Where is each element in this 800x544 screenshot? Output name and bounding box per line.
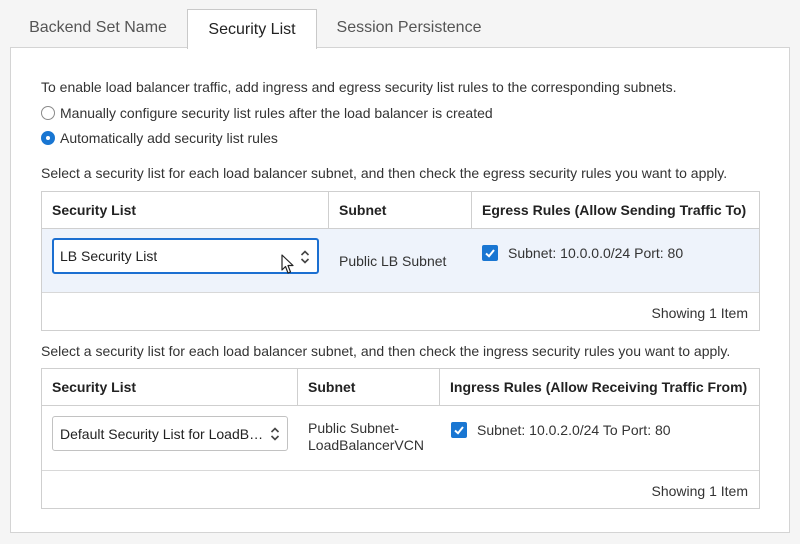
radio-option-manual[interactable]: Manually configure security list rules a… <box>41 105 493 121</box>
item-count: Showing 1 Item <box>651 305 749 321</box>
egress-rule-checkbox[interactable] <box>482 245 498 261</box>
subnet-name-line-1: Public Subnet- <box>308 420 400 436</box>
chevron-up-down-icon <box>300 250 310 264</box>
egress-instruction: Select a security list for each load bal… <box>41 165 728 181</box>
radio-auto[interactable] <box>41 131 55 145</box>
security-list-select[interactable]: LB Security List <box>52 238 319 274</box>
mouse-pointer-icon <box>281 254 294 274</box>
ingress-rules-table: Security List Subnet Ingress Rules (Allo… <box>41 368 760 509</box>
subnet-name-line-2: LoadBalancerVCN <box>308 437 424 453</box>
column-header-subnet: Subnet <box>298 369 440 405</box>
column-header-security-list: Security List <box>42 369 298 405</box>
egress-rule-label: Subnet: 10.0.0.0/24 Port: 80 <box>508 245 684 261</box>
egress-rules-table: Security List Subnet Egress Rules (Allow… <box>41 191 760 331</box>
column-header-security-list: Security List <box>42 192 329 228</box>
radio-option-auto[interactable]: Automatically add security list rules <box>41 130 278 146</box>
column-header-ingress-rules: Ingress Rules (Allow Receiving Traffic F… <box>450 379 748 395</box>
subnet-name: Public LB Subnet <box>339 253 447 269</box>
security-list-panel: To enable load balancer traffic, add ing… <box>10 47 790 533</box>
security-list-select-value: LB Security List <box>60 248 158 264</box>
ingress-rule-label: Subnet: 10.0.2.0/24 To Port: 80 <box>477 422 671 438</box>
chevron-up-down-icon <box>270 427 280 441</box>
table-header: Security List Subnet Ingress Rules (Allo… <box>42 369 759 406</box>
ingress-rule-checkbox[interactable] <box>451 422 467 438</box>
radio-manual[interactable] <box>41 106 55 120</box>
check-icon <box>454 426 464 435</box>
table-row: LB Security List Public LB Subnet Subnet… <box>42 229 759 293</box>
check-icon <box>485 249 495 258</box>
intro-text: To enable load balancer traffic, add ing… <box>41 79 677 95</box>
security-list-select-value: Default Security List for LoadBalancerVC… <box>60 425 265 442</box>
radio-auto-label: Automatically add security list rules <box>60 130 278 146</box>
table-row: Default Security List for LoadBalancerVC… <box>42 406 759 471</box>
table-header: Security List Subnet Egress Rules (Allow… <box>42 192 759 229</box>
subnet-name: Public Subnet- LoadBalancerVCN <box>308 420 424 454</box>
tab-backend-set-name[interactable]: Backend Set Name <box>10 8 186 48</box>
tab-bar: Backend Set Name Security List Session P… <box>10 8 800 49</box>
tab-security-list[interactable]: Security List <box>187 9 317 49</box>
item-count: Showing 1 Item <box>651 483 749 499</box>
radio-manual-label: Manually configure security list rules a… <box>60 105 493 121</box>
column-header-subnet: Subnet <box>329 192 472 228</box>
ingress-instruction: Select a security list for each load bal… <box>41 343 731 359</box>
tab-session-persistence[interactable]: Session Persistence <box>319 8 499 48</box>
column-header-egress-rules: Egress Rules (Allow Sending Traffic To) <box>482 202 747 218</box>
security-list-select[interactable]: Default Security List for LoadBalancerVC… <box>52 416 288 451</box>
